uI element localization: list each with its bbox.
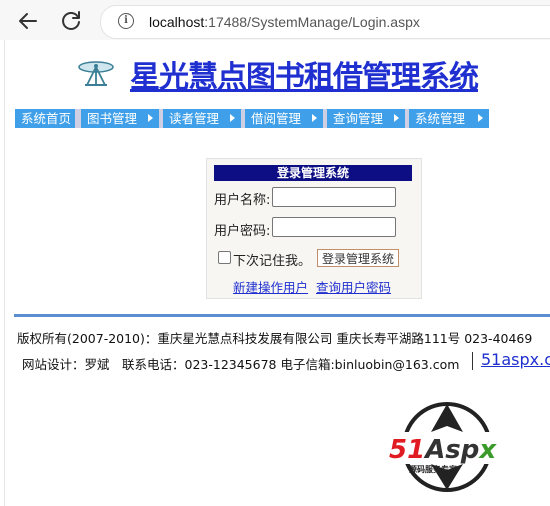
login-heading: 登录管理系统	[214, 165, 412, 181]
remember-label[interactable]: 下次记住我。	[233, 250, 311, 269]
address-bar[interactable]: i localhost:17488/SystemManage/Login.asp…	[100, 5, 550, 39]
new-user-link[interactable]: 新建操作用户	[233, 277, 308, 296]
footer-divider	[14, 314, 550, 317]
url-path: :17488/SystemManage/Login.aspx	[204, 14, 420, 30]
triangle-right-icon	[312, 114, 317, 122]
browser-toolbar: i localhost:17488/SystemManage/Login.asp…	[0, 0, 550, 40]
nav-item-label: 查询管理	[333, 111, 384, 126]
info-icon[interactable]: i	[118, 13, 134, 29]
nav-item-borrow[interactable]: 借阅管理	[245, 109, 323, 128]
password-field[interactable]	[272, 217, 396, 237]
badge-tagline: 源码服务专家	[409, 464, 458, 474]
login-button[interactable]: 登录管理系统	[317, 249, 399, 267]
nav-item-system[interactable]: 系统管理	[409, 109, 489, 128]
nav-item-label: 借阅管理	[251, 111, 302, 126]
username-label: 用户名称:	[214, 193, 271, 208]
username-field[interactable]	[272, 187, 396, 207]
nav-item-label: 读者管理	[169, 111, 220, 126]
remember-checkbox[interactable]	[218, 251, 231, 264]
site-title[interactable]: 星光慧点图书租借管理系统	[130, 52, 479, 96]
nav-item-readers[interactable]: 读者管理	[163, 109, 241, 128]
badge-brand-text: 51Aspx	[389, 435, 497, 465]
find-password-link[interactable]: 查询用户密码	[316, 277, 391, 296]
back-arrow-icon[interactable]	[15, 8, 41, 34]
url-text[interactable]: localhost:17488/SystemManage/Login.aspx	[149, 14, 420, 30]
triangle-right-icon	[230, 114, 235, 122]
satellite-dish-icon	[75, 58, 117, 88]
url-host: localhost	[149, 14, 205, 30]
nav-item-label: 系统管理	[415, 111, 466, 126]
nav-item-books[interactable]: 图书管理	[81, 109, 159, 128]
triangle-right-icon	[478, 114, 483, 122]
nav-item-home[interactable]: 系统首页	[15, 109, 75, 128]
password-label: 用户密码:	[214, 224, 271, 239]
site-link[interactable]: 51aspx.co	[481, 350, 550, 369]
main-nav: 系统首页 图书管理 读者管理 借阅管理 查询管理 系统管理	[15, 109, 489, 128]
triangle-right-icon	[148, 114, 153, 122]
reload-icon[interactable]	[58, 8, 84, 34]
triangle-right-icon	[394, 114, 399, 122]
51aspx-logo-badge: 51Aspx 源码服务专家	[385, 402, 513, 498]
footer-separator	[472, 352, 473, 370]
nav-item-query[interactable]: 查询管理	[327, 109, 405, 128]
contact-text: 网站设计：罗斌 联系电话：023-12345678 电子信箱:binluobin…	[22, 357, 460, 372]
nav-item-label: 图书管理	[87, 111, 138, 126]
nav-item-label: 系统首页	[21, 111, 72, 126]
copyright-text: 版权所有(2007-2010)：重庆星光慧点科技发展有限公司 重庆长寿平湖路11…	[17, 331, 533, 346]
login-panel: 登录管理系统 用户名称: 用户密码: 下次记住我。 登录管理系统 新建操作用户 …	[206, 158, 422, 299]
